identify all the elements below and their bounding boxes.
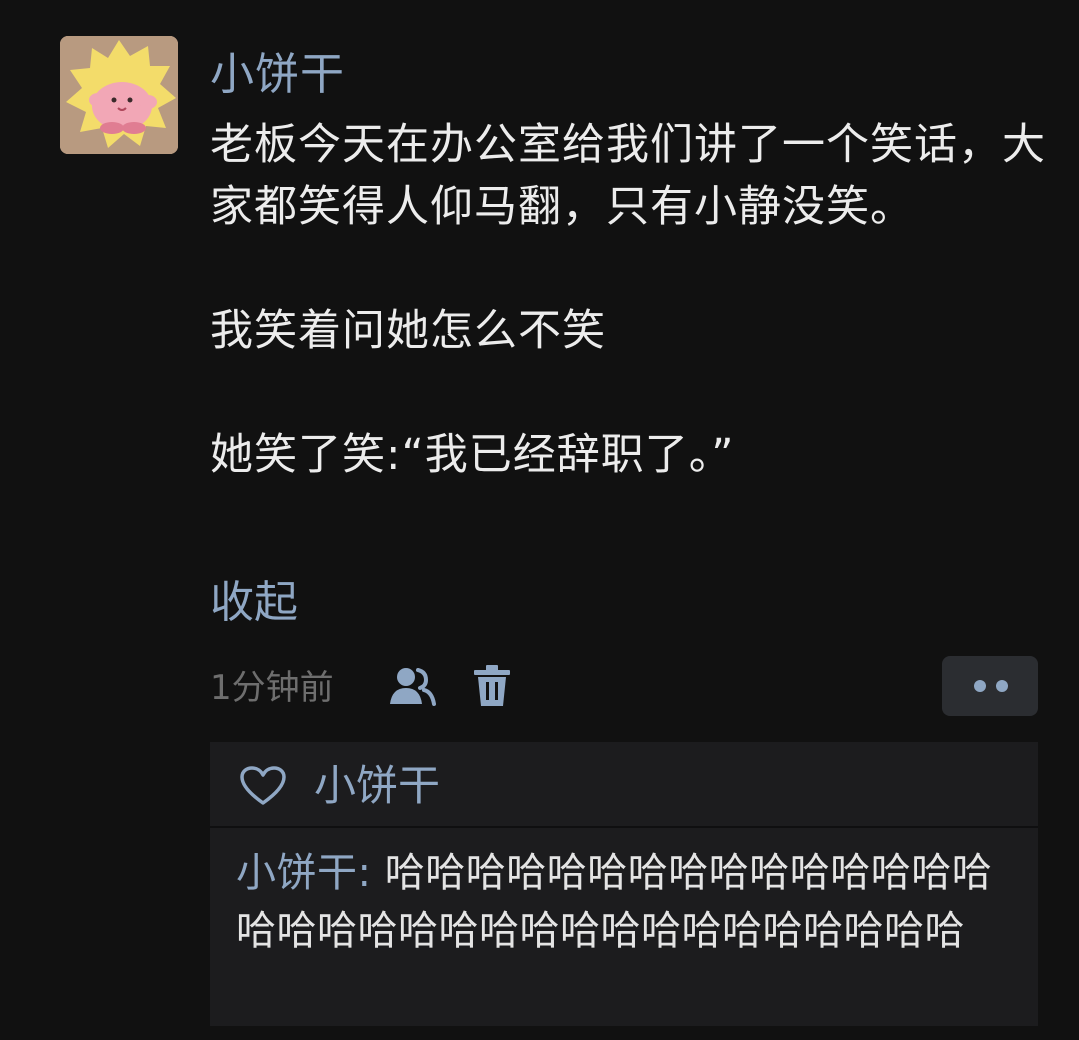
comment-separator: : bbox=[357, 850, 385, 896]
person-visibility-icon[interactable] bbox=[388, 666, 436, 706]
avatar-image bbox=[60, 36, 178, 154]
comment-author[interactable]: 小饼干 bbox=[236, 850, 358, 896]
trash-icon[interactable] bbox=[472, 664, 512, 708]
post-meta-row: 1分钟前 bbox=[210, 656, 1040, 716]
divider bbox=[210, 826, 1038, 828]
author-name[interactable]: 小饼干 bbox=[210, 40, 345, 110]
comment-item[interactable]: 小饼干: 哈哈哈哈哈哈哈哈哈哈哈哈哈哈哈哈哈哈哈哈哈哈哈哈哈哈哈哈哈哈哈哈哈 bbox=[236, 844, 1026, 960]
collapse-link[interactable]: 收起 bbox=[210, 572, 298, 634]
liker-name[interactable]: 小饼干 bbox=[314, 756, 440, 816]
heart-icon bbox=[240, 766, 286, 806]
avatar[interactable] bbox=[60, 36, 178, 154]
likes-row: 小饼干 bbox=[210, 742, 1038, 826]
post-paragraph: 她笑了笑:“我已经辞职了。” bbox=[210, 430, 735, 480]
dot bbox=[974, 680, 986, 692]
post-body: 老板今天在办公室给我们讲了一个笑话，大家都笑得人仰马翻，只有小静没笑。 我笑着问… bbox=[210, 114, 1050, 486]
post-paragraph: 老板今天在办公室给我们讲了一个笑话，大家都笑得人仰马翻，只有小静没笑。 bbox=[210, 120, 1046, 232]
dot bbox=[996, 680, 1008, 692]
post-paragraph: 我笑着问她怎么不笑 bbox=[210, 306, 606, 356]
post-timestamp: 1分钟前 bbox=[210, 668, 334, 708]
interaction-panel: 小饼干 小饼干: 哈哈哈哈哈哈哈哈哈哈哈哈哈哈哈哈哈哈哈哈哈哈哈哈哈哈哈哈哈哈哈… bbox=[210, 742, 1038, 1026]
more-dots-icon[interactable] bbox=[942, 656, 1038, 716]
